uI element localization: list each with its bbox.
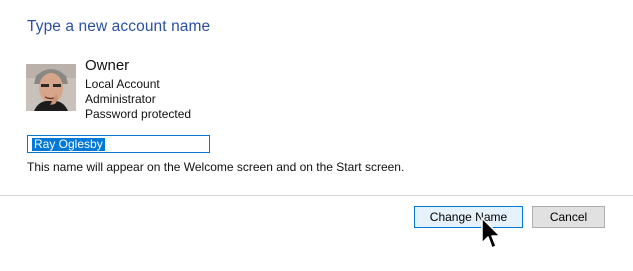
account-avatar [26, 64, 76, 111]
account-name: Owner [85, 57, 130, 74]
change-name-button[interactable]: Change Name [414, 206, 523, 228]
footer-divider [0, 195, 633, 196]
account-name-input[interactable]: Ray Oglesby [27, 135, 210, 153]
user-photo-icon [26, 64, 76, 111]
account-security: Password protected [85, 107, 192, 121]
account-role: Administrator [85, 92, 156, 106]
name-hint: This name will appear on the Welcome scr… [27, 160, 405, 174]
account-type: Local Account [85, 77, 160, 91]
cancel-button[interactable]: Cancel [532, 206, 605, 228]
arrow-cursor-icon [481, 217, 501, 249]
selected-name-text: Ray Oglesby [32, 137, 105, 151]
dialog-heading: Type a new account name [27, 18, 211, 35]
